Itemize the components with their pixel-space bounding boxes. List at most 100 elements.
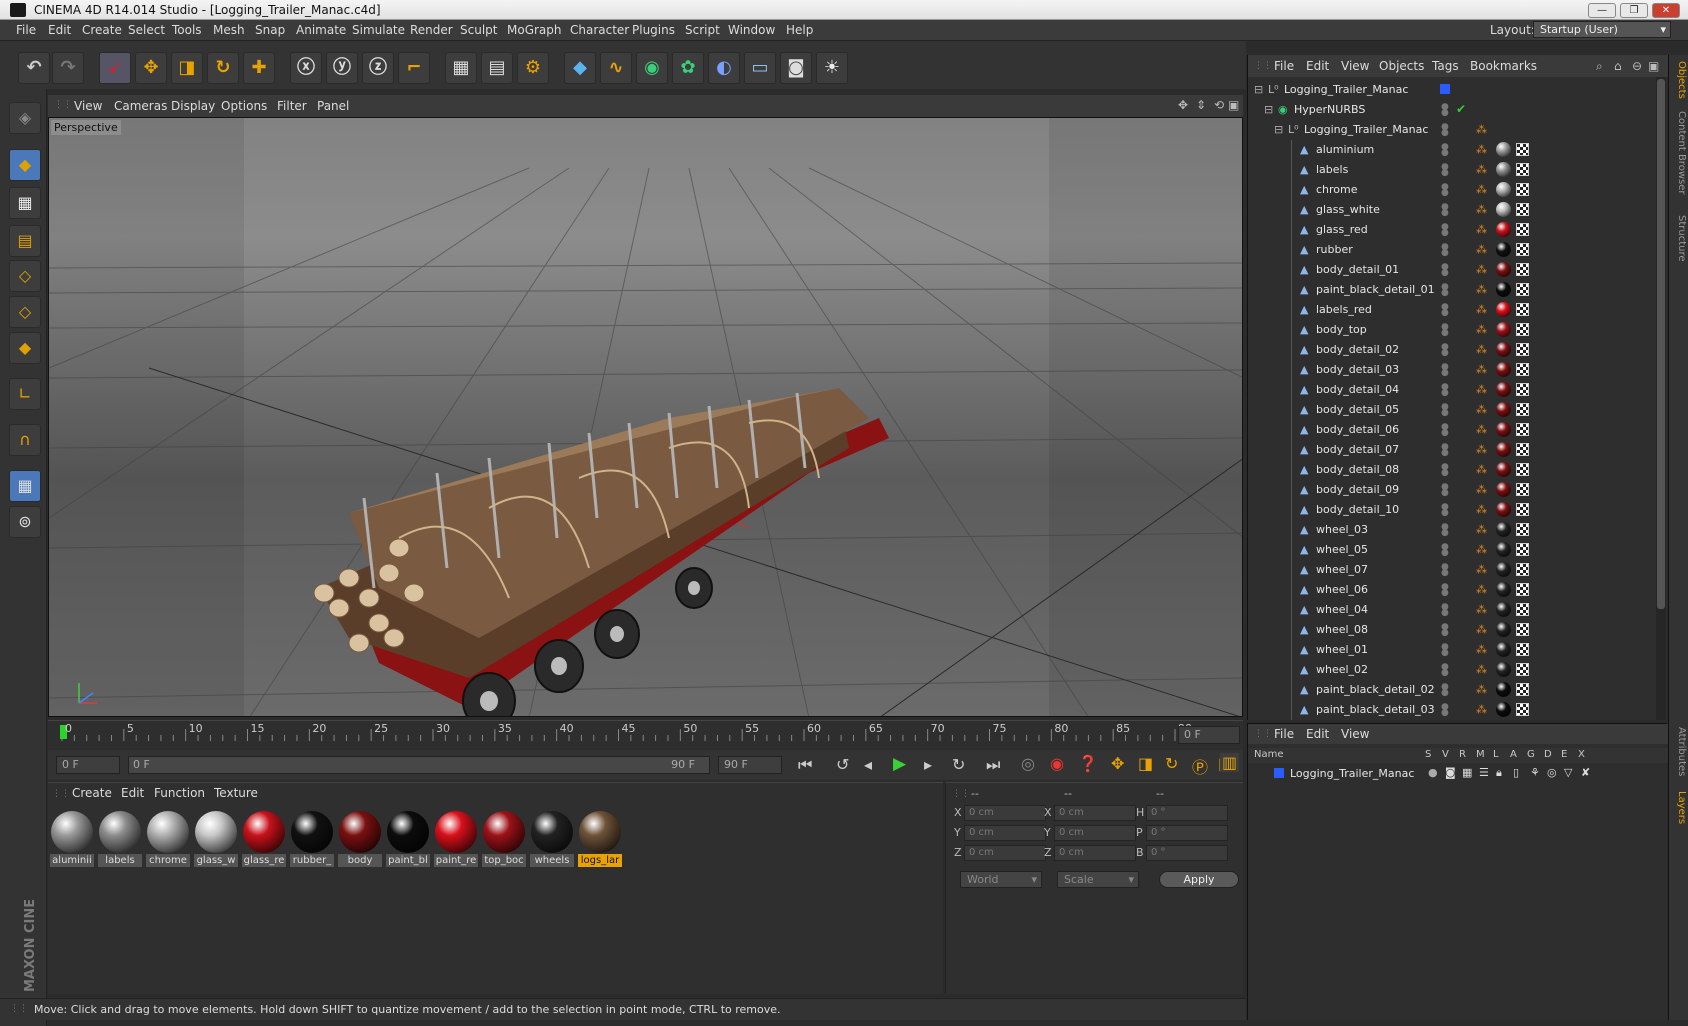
phong-tag-icon[interactable]: ⁂ bbox=[1476, 263, 1490, 277]
uvw-tag-icon[interactable] bbox=[1516, 383, 1529, 396]
object-row[interactable]: ▲ wheel_01 ● ● ⁂ bbox=[1248, 640, 1653, 660]
viewport-menu-panel[interactable]: Panel bbox=[317, 99, 349, 113]
material-tag-icon[interactable] bbox=[1496, 302, 1511, 317]
phong-tag-icon[interactable]: ⁂ bbox=[1476, 363, 1490, 377]
material-tag-icon[interactable] bbox=[1496, 542, 1511, 557]
uvw-tag-icon[interactable] bbox=[1516, 183, 1529, 196]
scale-tool-icon[interactable]: ◨ bbox=[171, 52, 203, 84]
uvw-tag-icon[interactable] bbox=[1516, 483, 1529, 496]
visibility-dots[interactable]: ● ● bbox=[1441, 543, 1449, 558]
tab-attributes[interactable]: Attributes bbox=[1671, 727, 1687, 776]
search-icon[interactable]: ⌕ bbox=[1596, 59, 1603, 74]
object-row[interactable]: ▲ body_top ● ● ⁂ bbox=[1248, 320, 1653, 340]
object-row[interactable]: ▲ paint_black_detail_03 ● ● ⁂ bbox=[1248, 700, 1653, 720]
uvw-tag-icon[interactable] bbox=[1516, 643, 1529, 656]
checkmark-icon[interactable]: ✔ bbox=[1456, 102, 1466, 116]
phong-tag-icon[interactable]: ⁂ bbox=[1476, 603, 1490, 617]
layers-menu-edit[interactable]: Edit bbox=[1306, 727, 1329, 741]
render-picture-viewer-icon[interactable]: ▤ bbox=[481, 52, 513, 84]
menu-script[interactable]: Script bbox=[685, 23, 720, 37]
menu-create[interactable]: Create bbox=[82, 23, 122, 37]
visibility-dots[interactable]: ● ● bbox=[1441, 483, 1449, 498]
phong-tag-icon[interactable]: ⁂ bbox=[1476, 683, 1490, 697]
object-row[interactable]: ▲ aluminium ● ● ⁂ bbox=[1248, 140, 1653, 160]
material-swatch[interactable]: glass_w bbox=[194, 810, 238, 867]
visibility-dots[interactable]: ● ● bbox=[1441, 523, 1449, 538]
visibility-dots[interactable]: ● ● bbox=[1441, 343, 1449, 358]
rotate-tool-icon[interactable]: ↻ bbox=[207, 52, 239, 84]
tab-layers[interactable]: Layers bbox=[1671, 791, 1687, 824]
layout-select[interactable]: Startup (User) ▾ bbox=[1533, 21, 1671, 38]
z-axis-lock-icon[interactable]: ⓩ bbox=[362, 52, 394, 84]
visibility-dots[interactable]: ● ● bbox=[1441, 163, 1449, 178]
material-swatch[interactable]: paint_re bbox=[434, 810, 478, 867]
visibility-dots[interactable]: ● ● bbox=[1441, 363, 1449, 378]
key-scale-icon[interactable]: ◨ bbox=[1138, 754, 1153, 773]
uvw-tag-icon[interactable] bbox=[1516, 523, 1529, 536]
phong-tag-icon[interactable]: ⁂ bbox=[1476, 123, 1490, 137]
visibility-dots[interactable]: ● ● bbox=[1441, 383, 1449, 398]
perspective-viewport[interactable]: Perspective bbox=[48, 117, 1243, 717]
coord-value-field[interactable]: 0 cm bbox=[1054, 845, 1136, 861]
objects-menu-objects[interactable]: Objects bbox=[1379, 59, 1424, 73]
lock-icon[interactable]: 🔒︎ bbox=[1496, 766, 1502, 780]
play-icon[interactable]: ▶ bbox=[893, 754, 906, 774]
phong-tag-icon[interactable]: ⁂ bbox=[1476, 503, 1490, 517]
phong-tag-icon[interactable]: ⁂ bbox=[1476, 583, 1490, 597]
menu-plugins[interactable]: Plugins bbox=[632, 23, 675, 37]
render-settings-icon[interactable]: ⚙ bbox=[517, 52, 549, 84]
manager-toggle-icon[interactable]: ☰ bbox=[1479, 766, 1489, 779]
y-axis-lock-icon[interactable]: ⓨ bbox=[326, 52, 358, 84]
object-row[interactable]: ▲ wheel_02 ● ● ⁂ bbox=[1248, 660, 1653, 680]
visibility-dots[interactable]: ● ● bbox=[1441, 623, 1449, 638]
layer-row[interactable]: Logging_Trailer_Manac ● ◙ ▦ ☰ 🔒︎ ▯ ⚘ ◎ ▽… bbox=[1248, 766, 1668, 782]
phong-tag-icon[interactable]: ⁂ bbox=[1476, 143, 1490, 157]
object-row[interactable]: ▲ body_detail_06 ● ● ⁂ bbox=[1248, 420, 1653, 440]
nurbs-icon[interactable]: ◉ bbox=[636, 52, 668, 84]
phong-tag-icon[interactable]: ⁂ bbox=[1476, 643, 1490, 657]
material-tag-icon[interactable] bbox=[1496, 142, 1511, 157]
material-tag-icon[interactable] bbox=[1496, 342, 1511, 357]
key-position-icon[interactable]: ✥ bbox=[1111, 754, 1124, 773]
phong-tag-icon[interactable]: ⁂ bbox=[1476, 663, 1490, 677]
material-swatch[interactable]: top_boc bbox=[482, 810, 526, 867]
uvw-tag-icon[interactable] bbox=[1516, 223, 1529, 236]
phong-tag-icon[interactable]: ⁂ bbox=[1476, 463, 1490, 477]
phong-tag-icon[interactable]: ⁂ bbox=[1476, 563, 1490, 577]
redo-icon[interactable]: ↷ bbox=[52, 52, 84, 84]
collapse-toggle-icon[interactable]: ⊟ bbox=[1264, 103, 1274, 116]
visibility-dots[interactable]: ● ● bbox=[1441, 143, 1449, 158]
material-menu-texture[interactable]: Texture bbox=[214, 786, 258, 800]
objects-menu-file[interactable]: File bbox=[1274, 59, 1294, 73]
phong-tag-icon[interactable]: ⁂ bbox=[1476, 163, 1490, 177]
object-row[interactable]: ▲ rubber ● ● ⁂ bbox=[1248, 240, 1653, 260]
material-swatch[interactable]: rubber_ bbox=[290, 810, 334, 867]
end-frame-field[interactable]: 90 F bbox=[718, 756, 782, 774]
material-tag-icon[interactable] bbox=[1496, 462, 1511, 477]
visibility-dots[interactable]: ● ● bbox=[1441, 303, 1449, 318]
polygons-mode-icon[interactable]: ◆ bbox=[9, 332, 41, 364]
viewport-maximize-icon[interactable]: ▣ bbox=[1228, 98, 1239, 112]
menu-window[interactable]: Window bbox=[728, 23, 775, 37]
visibility-dots[interactable]: ● ● bbox=[1441, 323, 1449, 338]
object-row[interactable]: ▲ body_detail_03 ● ● ⁂ bbox=[1248, 360, 1653, 380]
uvw-tag-icon[interactable] bbox=[1516, 343, 1529, 356]
xref-toggle-icon[interactable]: ✘ bbox=[1581, 766, 1590, 779]
coord-value-field[interactable]: 0 cm bbox=[964, 805, 1046, 821]
object-row[interactable]: ▲ paint_black_detail_01 ● ● ⁂ bbox=[1248, 280, 1653, 300]
uvw-tag-icon[interactable] bbox=[1516, 163, 1529, 176]
viewport-menu-display[interactable]: Display bbox=[171, 99, 215, 113]
spline-icon[interactable]: ∿ bbox=[600, 52, 632, 84]
move-tool-icon[interactable]: ✥ bbox=[135, 52, 167, 84]
menu-select[interactable]: Select bbox=[128, 23, 165, 37]
material-tag-icon[interactable] bbox=[1496, 562, 1511, 577]
uvw-tag-icon[interactable] bbox=[1516, 623, 1529, 636]
object-row[interactable]: ▲ body_detail_04 ● ● ⁂ bbox=[1248, 380, 1653, 400]
object-row[interactable]: ▲ wheel_07 ● ● ⁂ bbox=[1248, 560, 1653, 580]
visibility-dots[interactable]: ● ● bbox=[1441, 123, 1449, 138]
preview-range-slider[interactable]: 0 F 90 F bbox=[128, 756, 710, 774]
points-mode-icon[interactable]: ◇ bbox=[9, 260, 41, 292]
phong-tag-icon[interactable]: ⁂ bbox=[1476, 423, 1490, 437]
phong-tag-icon[interactable]: ⁂ bbox=[1476, 203, 1490, 217]
coord-value-field[interactable]: 0 ° bbox=[1146, 805, 1228, 821]
